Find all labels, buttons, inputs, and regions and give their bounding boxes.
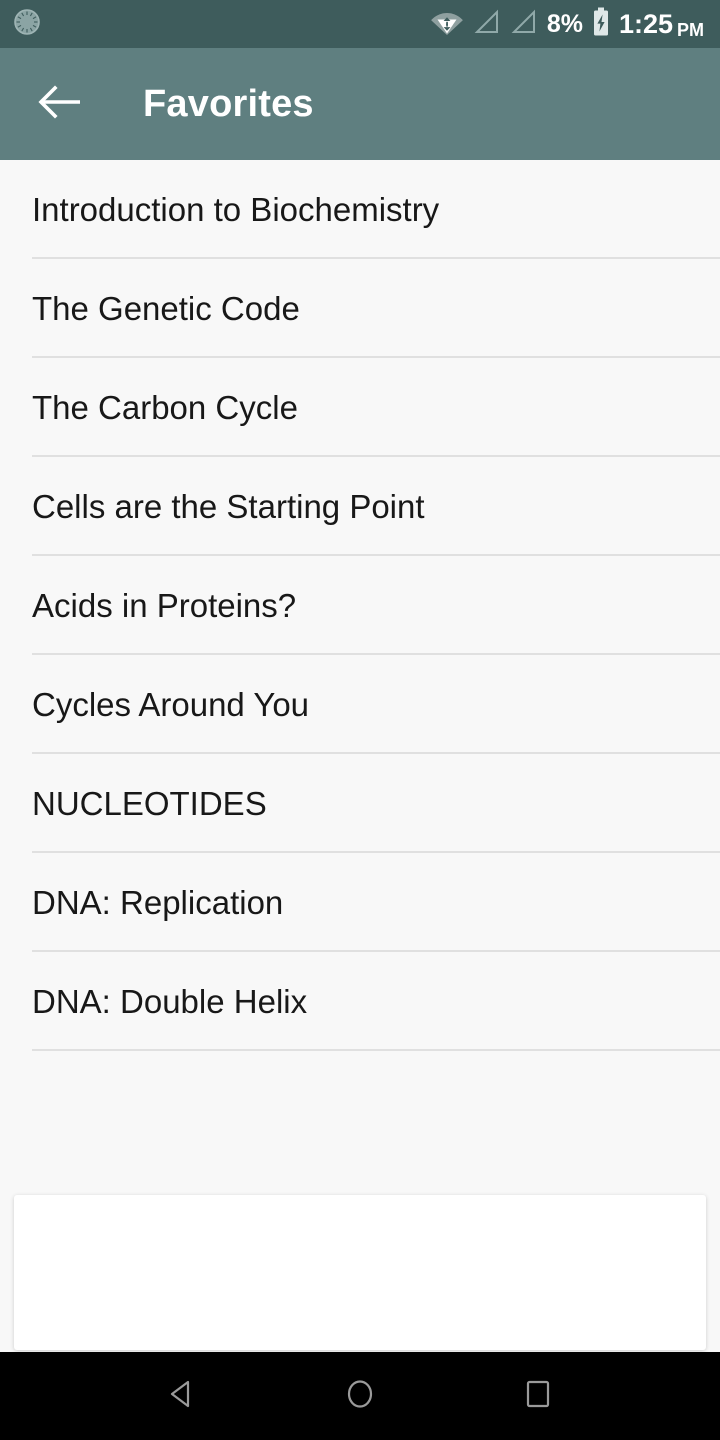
signal-empty-icon-2: [510, 9, 538, 40]
alarm-spinner-icon: [12, 7, 42, 42]
wifi-data-transfer-icon: [430, 8, 464, 41]
favorites-list: Introduction to Biochemistry The Genetic…: [0, 160, 720, 1051]
status-bar-right: 8% 1:25 PM: [430, 7, 704, 42]
back-button[interactable]: [34, 78, 86, 130]
list-item-label: DNA: Replication: [32, 883, 284, 921]
list-item-label: The Genetic Code: [32, 289, 300, 327]
phone-screen: 8% 1:25 PM Favorites Introduction to Bio…: [0, 0, 720, 1440]
list-item-label: NUCLEOTIDES: [32, 784, 267, 822]
list-item-label: DNA: Double Helix: [32, 982, 308, 1020]
list-item[interactable]: Cycles Around You: [0, 655, 720, 754]
status-bar: 8% 1:25 PM: [0, 0, 720, 48]
nav-home-button[interactable]: [286, 1352, 434, 1440]
list-item[interactable]: Cells are the Starting Point: [0, 457, 720, 556]
ad-banner-card[interactable]: [14, 1195, 706, 1350]
list-item-label: The Carbon Cycle: [32, 388, 298, 426]
back-triangle-icon: [165, 1377, 199, 1416]
list-item[interactable]: The Genetic Code: [0, 259, 720, 358]
app-bar: Favorites: [0, 48, 720, 160]
recents-square-icon: [521, 1377, 555, 1416]
back-arrow-icon: [38, 84, 82, 124]
list-item[interactable]: DNA: Double Helix: [0, 952, 720, 1051]
status-bar-clock: 1:25 PM: [618, 8, 704, 40]
list-item[interactable]: Acids in Proteins?: [0, 556, 720, 655]
list-item-label: Introduction to Biochemistry: [32, 190, 440, 228]
battery-percent-label: 8%: [546, 9, 583, 38]
page-title: Favorites: [143, 82, 314, 125]
list-item[interactable]: DNA: Replication: [0, 853, 720, 952]
home-circle-icon: [343, 1377, 377, 1416]
list-item-label: Cells are the Starting Point: [32, 487, 425, 525]
nav-back-button[interactable]: [108, 1352, 256, 1440]
status-bar-left: [12, 7, 42, 42]
list-item[interactable]: Introduction to Biochemistry: [0, 160, 720, 259]
list-item-label: Cycles Around You: [32, 685, 310, 723]
clock-ampm: PM: [677, 19, 704, 40]
clock-time: 1:25: [618, 8, 673, 39]
signal-empty-icon: [473, 9, 501, 40]
android-nav-bar: [0, 1352, 720, 1440]
list-item[interactable]: The Carbon Cycle: [0, 358, 720, 457]
battery-charging-icon: [592, 7, 610, 42]
list-divider: [32, 1049, 720, 1051]
list-item[interactable]: NUCLEOTIDES: [0, 754, 720, 853]
list-item-label: Acids in Proteins?: [32, 586, 297, 624]
nav-recents-button[interactable]: [464, 1352, 612, 1440]
